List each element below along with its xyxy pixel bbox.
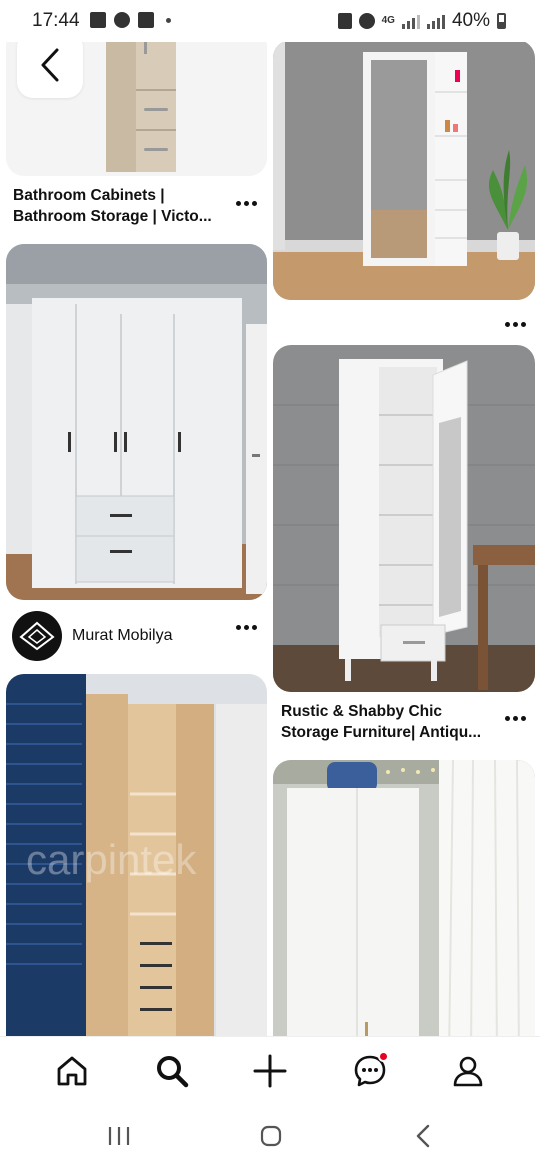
more-options-button[interactable] (505, 709, 529, 721)
pin-image[interactable] (6, 42, 267, 176)
creator-row[interactable]: Murat Mobilya (12, 611, 172, 661)
nav-create[interactable] (250, 1051, 290, 1091)
watermark-text: carpintek (26, 836, 197, 883)
gallery-icon (90, 12, 106, 28)
status-bar: 17:44 4G 40% (0, 0, 540, 42)
lock-icon (337, 13, 352, 29)
battery-icon (497, 13, 506, 29)
alarm-icon (358, 13, 375, 29)
back-button[interactable] (17, 42, 83, 98)
pin-image[interactable] (273, 42, 535, 300)
pin-feed[interactable]: Bathroom Cabinets | Bathroom Storage | V… (0, 42, 540, 1036)
pin-title[interactable]: Bathroom Cabinets | Bathroom Storage | V… (13, 185, 233, 227)
nav-home[interactable] (52, 1051, 92, 1091)
home-icon (57, 1056, 87, 1086)
bottom-navigation (0, 1036, 540, 1104)
nav-messages[interactable] (350, 1051, 390, 1091)
signal-icon (401, 13, 420, 29)
more-notifications-icon (166, 17, 171, 23)
recent-apps-icon (108, 1127, 130, 1145)
more-options-button[interactable] (236, 194, 260, 206)
network-type: 4G (381, 15, 395, 26)
home-system-button[interactable] (256, 1122, 286, 1150)
battery-percent: 40% (451, 10, 490, 31)
nav-search[interactable] (152, 1051, 192, 1091)
more-options-button[interactable] (236, 618, 260, 630)
avatar[interactable] (12, 611, 62, 661)
search-icon (157, 1056, 189, 1088)
nav-profile[interactable] (448, 1051, 488, 1091)
chat-notification-icon (114, 12, 130, 28)
pin-image[interactable] (273, 760, 535, 1036)
profile-icon (453, 1056, 483, 1087)
pin-image[interactable] (273, 345, 535, 692)
home-square-icon (260, 1125, 282, 1147)
plus-icon (253, 1054, 287, 1088)
status-time: 17:44 (32, 10, 80, 31)
creator-logo-icon (19, 621, 55, 651)
app-notification-icon (138, 12, 154, 28)
more-options-button[interactable] (505, 315, 529, 327)
pin-image[interactable] (6, 244, 267, 600)
system-navigation (0, 1104, 540, 1170)
chevron-left-icon (41, 48, 59, 82)
recent-apps-button[interactable] (104, 1122, 134, 1150)
notification-badge (378, 1051, 389, 1062)
back-system-button[interactable] (408, 1122, 438, 1150)
creator-name[interactable]: Murat Mobilya (72, 627, 172, 645)
pin-image[interactable]: carpintek (6, 674, 267, 1036)
pin-title[interactable]: Rustic & Shabby Chic Storage Furniture| … (281, 701, 503, 743)
signal-icon-2 (426, 13, 445, 29)
back-chevron-icon (416, 1124, 430, 1148)
